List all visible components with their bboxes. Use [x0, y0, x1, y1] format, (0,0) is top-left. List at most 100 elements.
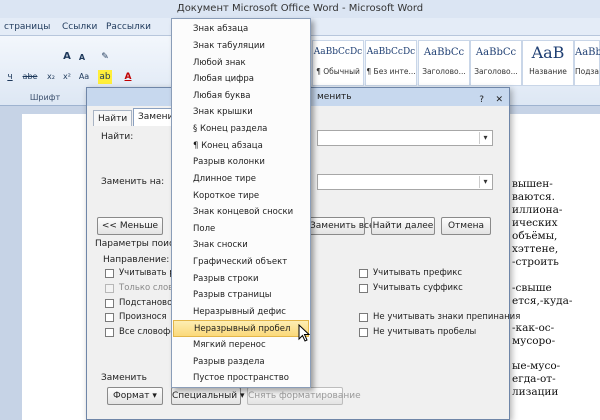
menu-item-graphic[interactable]: Графический объект	[172, 254, 310, 271]
all-word-forms-label: Все словофо	[119, 327, 176, 337]
menu-item-any-letter[interactable]: Любая буква	[172, 88, 310, 105]
match-case-checkbox[interactable]	[105, 269, 114, 278]
tab-page-layout[interactable]: страницы	[4, 18, 50, 36]
superscript-icon[interactable]: x²	[60, 70, 74, 84]
match-case-label: Учитывать р	[119, 268, 175, 278]
style-preview: AaBbCc	[475, 47, 517, 58]
window-title: Документ Microsoft Office Word - Microso…	[0, 0, 600, 18]
underline-icon[interactable]: ч	[4, 70, 16, 84]
find-next-button[interactable]: Найти далее	[371, 217, 435, 235]
chevron-down-icon[interactable]: ▾	[479, 132, 491, 144]
match-prefix-checkbox[interactable]	[359, 269, 368, 278]
doc-line: ется,-куда-	[512, 295, 573, 307]
doc-line: мусоро-	[512, 335, 556, 347]
style-name: Заголово...	[474, 67, 518, 76]
style-preview: AaBbCc	[423, 47, 465, 58]
clear-format-icon[interactable]: ✎	[96, 50, 114, 64]
close-button[interactable]: ✕	[495, 95, 503, 105]
style-preview: AaBb	[575, 47, 600, 58]
menu-item-any-char[interactable]: Любой знак	[172, 55, 310, 72]
menu-item-section-break-2[interactable]: Разрыв раздела	[172, 354, 310, 371]
find-input[interactable]: ▾	[317, 130, 493, 146]
menu-item-field[interactable]: Поле	[172, 221, 310, 238]
special-menu: Знак абзаца Знак табуляции Любой знак Лю…	[171, 18, 311, 388]
menu-item-nonbreaking-space[interactable]: Неразрывный пробел	[173, 320, 309, 337]
style-preview: AaBbCcDc	[366, 47, 416, 57]
doc-line: -строить	[512, 256, 559, 268]
style-heading-1[interactable]: AaBbCc Заголово...	[418, 40, 470, 86]
menu-item-em-dash[interactable]: Длинное тире	[172, 171, 310, 188]
menu-item-white-space[interactable]: Пустое пространство	[172, 370, 310, 387]
menu-item-paragraph-end[interactable]: ¶ Конец абзаца	[172, 138, 310, 155]
replace-input[interactable]: ▾	[317, 174, 493, 190]
strike-icon[interactable]: abe	[20, 70, 40, 84]
format-button[interactable]: Формат ▾	[107, 387, 163, 405]
doc-line: лизации	[512, 386, 559, 398]
style-no-spacing[interactable]: AaBbCcDc ¶ Без инте...	[365, 40, 417, 86]
find-label: Найти:	[101, 132, 134, 142]
menu-item-en-dash[interactable]: Короткое тире	[172, 188, 310, 205]
ignore-punctuation-label: Не учитывать знаки препинания	[373, 312, 521, 322]
menu-item-line-break[interactable]: Разрыв строки	[172, 271, 310, 288]
tab-find[interactable]: Найти	[93, 110, 133, 126]
menu-item-nonbreaking-hyphen[interactable]: Неразрывный дефис	[172, 304, 310, 321]
help-button[interactable]: ?	[479, 95, 484, 105]
menu-item-page-break[interactable]: Разрыв страницы	[172, 287, 310, 304]
no-formatting-button: Снять форматирование	[247, 387, 361, 405]
doc-line: вышен-	[512, 178, 553, 190]
menu-item-footnote-mark[interactable]: Знак сноски	[172, 237, 310, 254]
style-name: Подзаго	[575, 67, 599, 76]
menu-item-column-break[interactable]: Разрыв колонки	[172, 154, 310, 171]
menu-item-caret[interactable]: Знак крышки	[172, 104, 310, 121]
chevron-down-icon: ▾	[239, 391, 245, 401]
dialog-title: менить	[317, 92, 352, 102]
subscript-icon[interactable]: x₂	[44, 70, 58, 84]
replace-all-button[interactable]: Заменить все	[309, 217, 375, 235]
doc-line: ваются.	[512, 191, 555, 203]
match-suffix-checkbox[interactable]	[359, 284, 368, 293]
menu-item-paragraph-mark[interactable]: Знак абзаца	[172, 21, 310, 38]
style-name: ¶ Без инте...	[366, 67, 416, 76]
sounds-like-checkbox[interactable]	[105, 313, 114, 322]
shrink-font-icon[interactable]: A	[76, 51, 88, 65]
all-word-forms-checkbox[interactable]	[105, 328, 114, 337]
doc-line: объёмы,	[512, 230, 558, 242]
style-name: ¶ Обычный	[316, 67, 360, 76]
special-button-label: Специальный	[172, 391, 238, 401]
mouse-cursor-icon	[298, 324, 310, 342]
tab-references[interactable]: Ссылки	[62, 18, 97, 36]
style-preview: AaBbCcDc	[313, 47, 363, 57]
menu-item-section-break[interactable]: § Конец раздела	[172, 121, 310, 138]
wildcards-checkbox[interactable]	[105, 299, 114, 308]
doc-line: иллиона-	[512, 204, 563, 216]
replace-label: Заменить на:	[101, 177, 165, 187]
special-button[interactable]: Специальный ▾	[171, 387, 245, 405]
style-preview: AaB	[531, 43, 565, 62]
ignore-punctuation-checkbox[interactable]	[359, 313, 368, 322]
cancel-button[interactable]: Отмена	[441, 217, 491, 235]
doc-line: ических	[512, 217, 558, 229]
menu-item-soft-hyphen[interactable]: Мягкий перенос	[172, 337, 310, 354]
change-case-icon[interactable]: Aa	[76, 70, 92, 84]
font-color-icon[interactable]: A	[122, 70, 134, 84]
menu-item-endnote-mark[interactable]: Знак концевой сноски	[172, 204, 310, 221]
less-button[interactable]: << Меньше	[97, 217, 163, 235]
style-title[interactable]: AaB Название	[522, 40, 574, 86]
doc-line: -свыше	[512, 282, 552, 294]
style-name: Заголово...	[422, 67, 466, 76]
chevron-down-icon[interactable]: ▾	[479, 176, 491, 188]
grow-font-icon[interactable]: A	[60, 50, 74, 64]
menu-item-any-digit[interactable]: Любая цифра	[172, 71, 310, 88]
highlight-icon[interactable]: ab	[98, 70, 112, 84]
match-prefix-label: Учитывать префикс	[373, 268, 463, 278]
ignore-whitespace-checkbox[interactable]	[359, 328, 368, 337]
wildcards-label: Подстановоч	[119, 298, 178, 308]
doc-line: егда-от-	[512, 373, 556, 385]
ignore-whitespace-label: Не учитывать пробелы	[373, 327, 477, 337]
font-group-label: Шрифт	[29, 93, 61, 102]
style-subtitle[interactable]: AaBb Подзаго	[574, 40, 600, 86]
style-heading-2[interactable]: AaBbCc Заголово...	[470, 40, 522, 86]
tab-mailings[interactable]: Рассылки	[106, 18, 151, 36]
menu-item-tab[interactable]: Знак табуляции	[172, 38, 310, 55]
style-normal[interactable]: AaBbCcDc ¶ Обычный	[312, 40, 364, 86]
